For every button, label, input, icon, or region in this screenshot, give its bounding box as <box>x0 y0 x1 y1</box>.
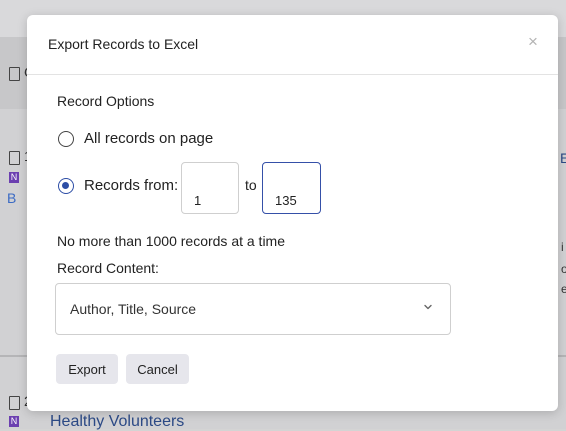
background-tag-2: N <box>9 416 19 427</box>
chevron-down-icon <box>424 304 432 310</box>
record-content-label: Record Content: <box>57 260 159 276</box>
export-button[interactable]: Export <box>56 354 118 384</box>
background-select-all-checkbox <box>9 67 20 81</box>
cancel-button[interactable]: Cancel <box>126 354 189 384</box>
background-row-checkbox <box>9 151 20 165</box>
background-tag: N <box>9 172 19 183</box>
dialog-title: Export Records to Excel <box>48 36 199 52</box>
record-content-value: Author, Title, Source <box>70 301 197 317</box>
background-side-text-2: o <box>561 262 566 276</box>
radio-records-range-label[interactable]: Records from: <box>84 177 178 194</box>
limit-note: No more than 1000 records at a time <box>57 233 286 249</box>
background-right-fragment: E <box>560 150 566 166</box>
range-from-input[interactable] <box>181 162 239 214</box>
close-icon[interactable]: × <box>524 33 542 51</box>
radio-all-records[interactable] <box>58 131 74 147</box>
range-to-input[interactable] <box>262 162 321 214</box>
background-row2-checkbox <box>9 396 20 410</box>
background-partial-link: Healthy Volunteers <box>50 413 185 430</box>
export-dialog: Export Records to Excel × Record Options… <box>27 15 558 411</box>
radio-records-range[interactable] <box>58 178 74 194</box>
record-content-select[interactable]: Author, Title, Source <box>55 283 451 335</box>
dialog-header: Export Records to Excel × <box>27 15 558 75</box>
background-link-icon-text: B <box>7 190 17 206</box>
range-to-label: to <box>245 177 257 193</box>
background-side-text-1: i <box>561 240 564 254</box>
background-side-text-3: e <box>561 282 566 296</box>
radio-all-records-label[interactable]: All records on page <box>84 130 213 147</box>
record-options-label: Record Options <box>57 93 155 109</box>
